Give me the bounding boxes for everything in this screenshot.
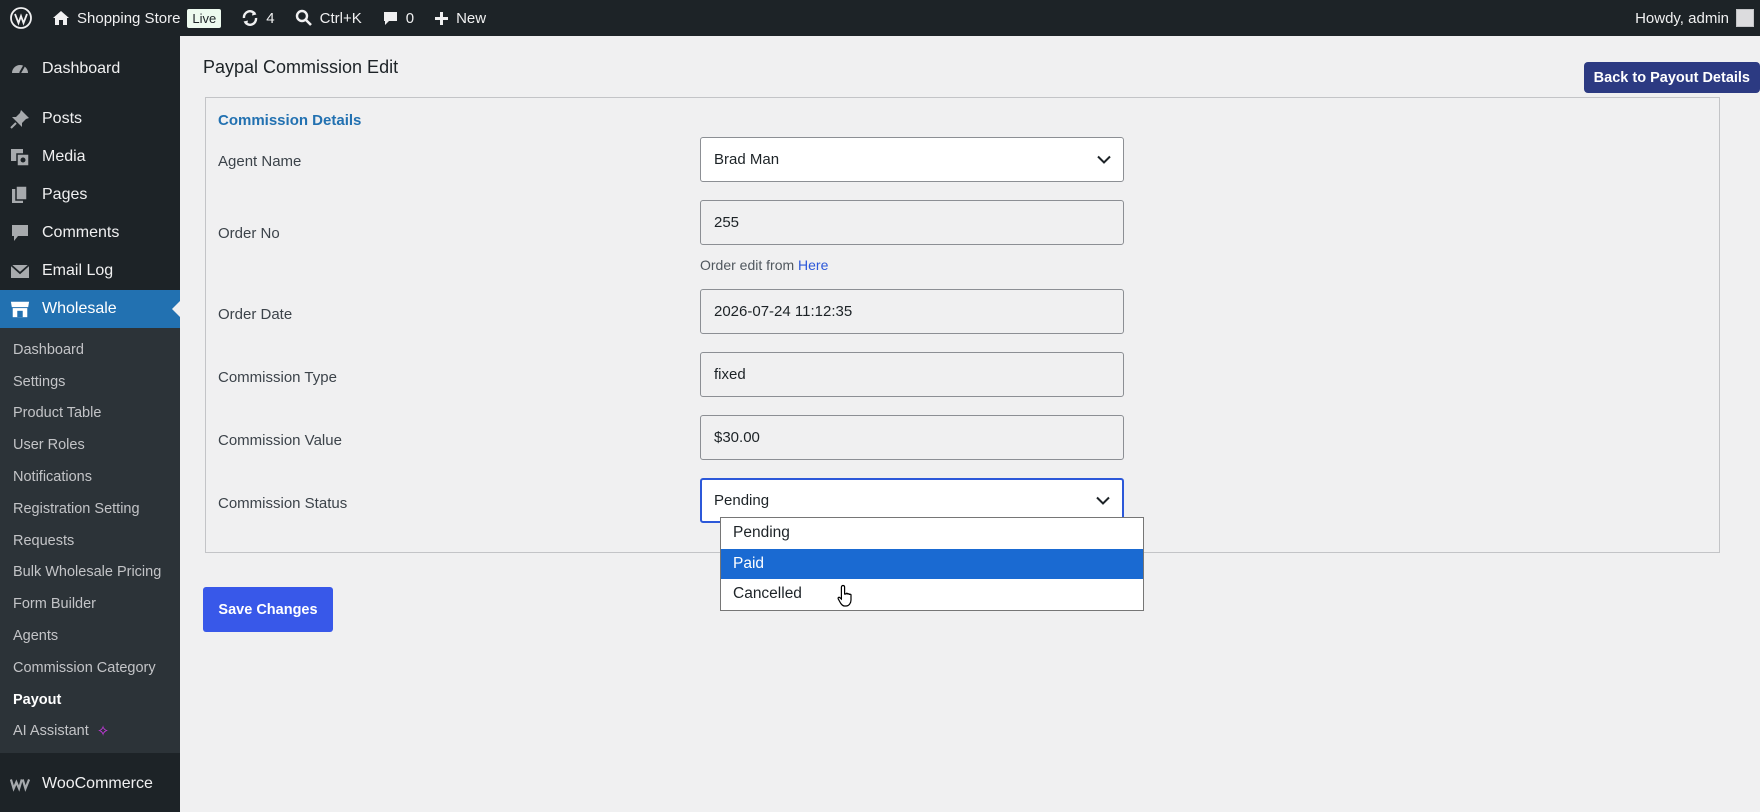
panel-title: Commission Details [218,112,362,129]
commission-value-value: $30.00 [714,429,760,446]
email-icon [10,261,30,281]
order-date-value: 2026-07-24 11:12:35 [714,303,853,320]
pin-icon [10,109,30,129]
chevron-down-icon [1096,496,1110,505]
menu-item-dashboard[interactable]: Dashboard [0,50,180,88]
updates-count: 4 [266,9,275,27]
pages-icon [10,185,30,205]
menu-label: WooCommerce [42,775,153,793]
submenu-item-notifications[interactable]: Notifications [0,461,180,493]
help-text: Order edit from [700,257,795,273]
menu-item-pages[interactable]: Pages [0,176,180,214]
admin-sidebar: Dashboard Posts Media Pages Comments Ema… [0,36,180,812]
avatar [1736,9,1754,27]
menu-label: Dashboard [42,60,121,77]
search-shortcut: Ctrl+K [319,9,362,27]
chevron-down-icon [1097,155,1111,164]
commission-status-value: Pending [714,492,770,509]
new-label: New [456,9,487,27]
commission-status-dropdown: Pending Paid Cancelled [720,517,1144,611]
agent-name-value: Brad Man [714,151,780,168]
updates-link[interactable]: 4 [231,0,284,36]
order-edit-help: Order edit from Here [700,257,828,273]
plus-icon [435,11,449,25]
menu-label: Comments [42,224,120,241]
commission-type-label: Commission Type [218,369,337,386]
submenu-item-settings[interactable]: Settings [0,366,180,398]
commission-type-field[interactable]: fixed [700,352,1124,397]
menu-label: Media [42,148,86,165]
menu-item-media[interactable]: Media [0,138,180,176]
submenu-item-registration-setting[interactable]: Registration Setting [0,493,180,525]
store-icon [10,299,30,319]
submenu-item-dashboard[interactable]: Dashboard [0,334,180,366]
submenu-item-ai-assistant[interactable]: AI Assistant ✧ [0,716,180,748]
search-icon [295,9,312,26]
menu-label: Pages [42,186,88,203]
site-name-link[interactable]: Shopping Store Live [42,0,231,36]
updates-icon [243,10,258,26]
submenu-item-payout[interactable]: Payout [0,684,180,716]
dashboard-icon [10,59,30,79]
page-title: Paypal Commission Edit [203,57,399,77]
comments-count: 0 [405,9,415,27]
menu-item-email-log[interactable]: Email Log [0,252,180,290]
commission-value-field[interactable]: $30.00 [700,415,1124,460]
menu-label: Posts [42,110,83,127]
menu-item-woocommerce[interactable]: WooCommerce [0,765,180,803]
main-content: Paypal Commission Edit Back to Payout De… [180,36,1760,812]
submenu-item-user-roles[interactable]: User Roles [0,429,180,461]
admin-bar: Shopping Store Live 4 Ctrl+K 0 New Howdy… [0,0,1760,36]
media-icon [10,147,30,167]
woocommerce-icon [10,774,30,794]
wordpress-logo-icon[interactable] [0,0,42,36]
menu-label: Wholesale [42,300,117,317]
order-no-label: Order No [218,225,280,242]
menu-item-wholesale[interactable]: Wholesale [0,290,180,328]
dropdown-option-cancelled[interactable]: Cancelled [721,579,1143,610]
search-link[interactable]: Ctrl+K [285,0,372,36]
agent-name-label: Agent Name [218,153,302,170]
submenu-label: AI Assistant [13,723,89,740]
submenu-item-agents[interactable]: Agents [0,620,180,652]
order-no-value: 255 [714,214,740,231]
submenu-item-requests[interactable]: Requests [0,525,180,557]
menu-item-comments[interactable]: Comments [0,214,180,252]
live-badge: Live [187,8,222,28]
commission-type-value: fixed [714,366,746,383]
commission-details-panel: Commission Details Agent Name Brad Man O… [205,97,1720,553]
commission-status-label: Commission Status [218,495,348,512]
new-content-link[interactable]: New [424,0,496,36]
commission-value-label: Commission Value [218,432,342,449]
order-no-field[interactable]: 255 [700,200,1124,245]
menu-item-posts[interactable]: Posts [0,100,180,138]
sparkle-icon: ✧ [96,723,110,741]
comments-link[interactable]: 0 [372,0,424,36]
submenu-item-product-table[interactable]: Product Table [0,398,180,430]
dropdown-option-pending[interactable]: Pending [721,518,1143,549]
home-icon [53,11,69,25]
submenu-item-commission-category[interactable]: Commission Category [0,652,180,684]
back-to-payout-details-button[interactable]: Back to Payout Details [1583,62,1760,93]
menu-label: Email Log [42,262,114,279]
save-changes-button[interactable]: Save Changes [203,587,333,632]
hand-cursor-icon [837,584,857,613]
order-edit-link[interactable]: Here [798,257,828,273]
order-date-field[interactable]: 2026-07-24 11:12:35 [700,289,1124,334]
submenu-item-form-builder[interactable]: Form Builder [0,588,180,620]
agent-name-select[interactable]: Brad Man [700,137,1124,182]
wholesale-submenu: Dashboard Settings Product Table User Ro… [0,328,180,754]
comment-icon [383,11,397,25]
comment-icon [10,223,30,243]
submenu-item-bulk-wholesale-pricing[interactable]: Bulk Wholesale Pricing [0,557,180,589]
order-date-label: Order Date [218,306,293,323]
greeting: Howdy, admin [1635,9,1729,27]
site-name: Shopping Store [77,9,181,27]
dropdown-option-paid[interactable]: Paid [721,548,1143,579]
my-account-link[interactable]: Howdy, admin [1625,0,1760,36]
